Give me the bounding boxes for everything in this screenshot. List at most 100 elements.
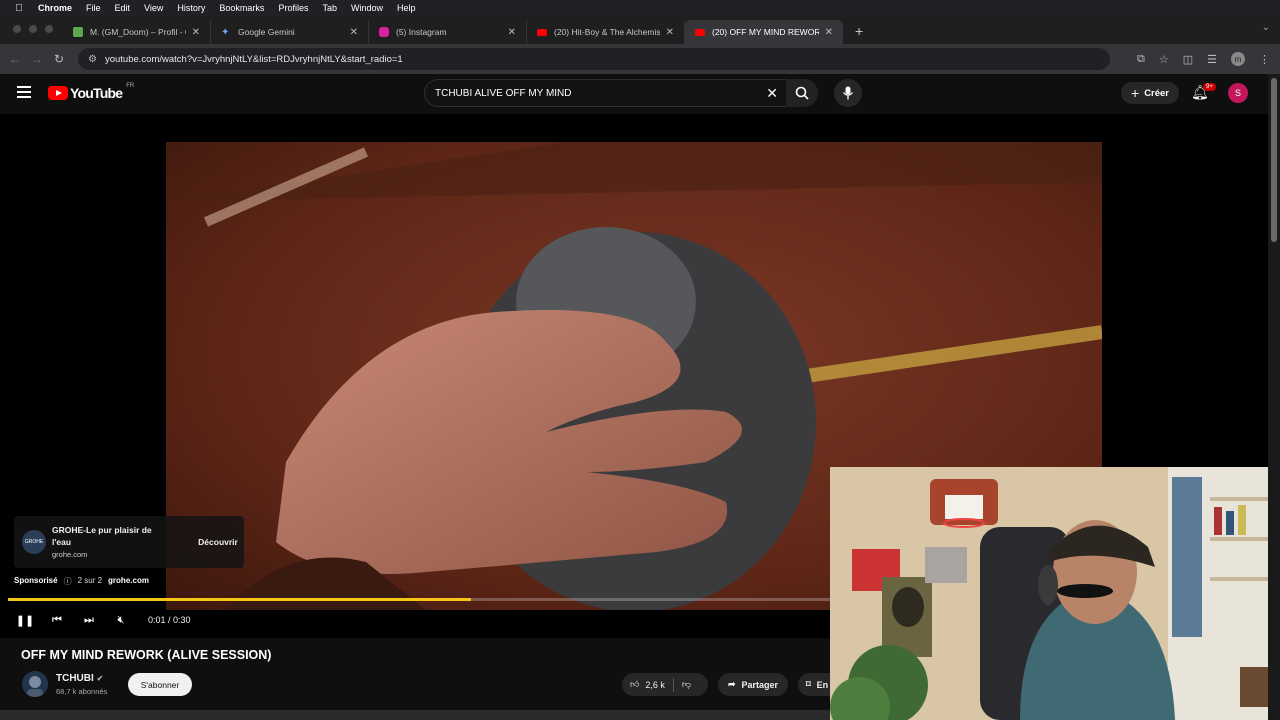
share-button[interactable]: ➦ Partager <box>718 673 788 696</box>
forward-icon[interactable]: → <box>26 52 48 66</box>
tab-search-chevron-icon[interactable]: ⌄ <box>1262 22 1270 33</box>
thumbs-down-icon: 👎︎ <box>681 679 692 689</box>
video-title: OFF MY MIND REWORK (ALIVE SESSION) <box>21 648 272 662</box>
bookmark-star-icon[interactable]: ☆ <box>1159 53 1169 66</box>
reload-icon[interactable]: ↻ <box>48 52 70 66</box>
close-window-button[interactable] <box>13 25 21 33</box>
voice-search-button[interactable] <box>834 79 862 107</box>
channel-avatar-image <box>22 671 48 697</box>
browser-tab[interactable]: M. (GM_Doom) – Profil - Che ✕ <box>63 20 211 44</box>
close-tab-icon[interactable]: ✕ <box>508 27 516 38</box>
menu-window[interactable]: Window <box>351 3 383 13</box>
account-avatar[interactable]: S <box>1228 83 1248 103</box>
ad-position: 2 sur 2 <box>77 576 103 585</box>
tab-title: (20) OFF MY MIND REWORK <box>712 27 819 37</box>
scrollbar-thumb[interactable] <box>1271 78 1277 242</box>
subscribe-button[interactable]: S'abonner <box>128 673 192 696</box>
next-icon[interactable]: ⏭︎ <box>78 612 100 628</box>
ad-overlay-card[interactable]: GROHE GROHE-Le pur plaisir de l'eau groh… <box>14 516 244 568</box>
notification-badge: 9+ <box>1203 83 1216 91</box>
menu-bookmarks[interactable]: Bookmarks <box>219 3 264 13</box>
channel-avatar[interactable] <box>22 671 48 697</box>
apple-icon[interactable]:  <box>12 3 26 14</box>
share-label: Partager <box>741 679 779 690</box>
url-text: youtube.com/watch?v=JvryhnjNtLY&list=RDJ… <box>104 53 403 65</box>
minimize-window-button[interactable] <box>29 25 37 33</box>
menu-edit[interactable]: Edit <box>115 3 131 13</box>
pause-icon[interactable]: ❚❚ <box>14 612 36 628</box>
more-menu-icon[interactable]: ⋮ <box>1259 53 1270 66</box>
ad-cta-button[interactable]: Découvrir <box>180 531 256 553</box>
info-icon[interactable]: ⓘ <box>64 576 72 587</box>
time-display: 0:01 / 0:30 <box>148 615 191 625</box>
youtube-wordmark: YouTube <box>70 85 123 101</box>
menu-tab[interactable]: Tab <box>322 3 337 13</box>
browser-tab-active[interactable]: (20) OFF MY MIND REWORK ✕ <box>685 20 843 44</box>
tab-strip: M. (GM_Doom) – Profil - Che ✕ ✦ Google G… <box>0 16 1280 44</box>
youtube-header: YouTube FR TCHUBI ALIVE OFF MY MIND ✕ + … <box>0 74 1268 114</box>
menu-view[interactable]: View <box>144 3 163 13</box>
progress-fill <box>8 598 472 601</box>
install-app-icon[interactable]: ⧉ <box>1137 53 1145 66</box>
subscriber-count: 68,7 k abonnés <box>56 687 108 696</box>
share-arrow-icon: ➦ <box>727 679 736 689</box>
webcam-image <box>830 467 1280 720</box>
tab-title: M. (GM_Doom) – Profil - Che <box>90 27 186 37</box>
hamburger-menu-icon[interactable] <box>17 86 31 98</box>
close-tab-icon[interactable]: ✕ <box>350 27 358 38</box>
save-label: En <box>816 679 829 690</box>
address-bar[interactable]: ⚙ youtube.com/watch?v=JvryhnjNtLY&list=R… <box>78 48 1110 70</box>
menu-file[interactable]: File <box>86 3 101 13</box>
previous-icon[interactable]: ⏮︎ <box>46 612 68 628</box>
menu-profiles[interactable]: Profiles <box>278 3 308 13</box>
webcam-overlay <box>830 467 1280 720</box>
browser-tab[interactable]: ✦ Google Gemini ✕ <box>211 20 369 44</box>
toolbar: ← → ↻ ⚙ youtube.com/watch?v=JvryhnjNtLY&… <box>0 44 1280 74</box>
advertiser-logo: GROHE <box>22 530 46 554</box>
back-icon[interactable]: ← <box>4 52 26 66</box>
search-button[interactable] <box>786 79 818 107</box>
gemini-icon: ✦ <box>221 27 230 38</box>
menu-help[interactable]: Help <box>397 3 416 13</box>
browser-tab[interactable]: (5) Instagram ✕ <box>369 20 527 44</box>
clear-search-icon[interactable]: ✕ <box>766 85 778 102</box>
sponsored-info: Sponsorisé ⓘ 2 sur 2 grohe.com <box>14 576 149 587</box>
new-tab-icon[interactable]: + <box>843 23 863 44</box>
close-tab-icon[interactable]: ✕ <box>666 27 674 38</box>
like-count: 2,6 k <box>645 679 665 690</box>
menu-app-chrome[interactable]: Chrome <box>38 3 72 13</box>
bookmark-icon: ⌑ <box>806 679 811 689</box>
reading-list-icon[interactable]: ☰ <box>1207 53 1217 66</box>
page-bottom-edge <box>0 710 830 720</box>
menu-history[interactable]: History <box>177 3 205 13</box>
youtube-favicon-icon <box>695 28 705 36</box>
ad-title[interactable]: GROHE-Le pur plaisir de l'eau <box>52 524 162 548</box>
sponsored-label: Sponsorisé <box>14 576 58 585</box>
thumbs-up-icon: 👍︎ <box>630 679 640 689</box>
mute-icon[interactable]: 🔇︎ <box>110 612 132 628</box>
like-button[interactable]: 👍︎ 2,6 k <box>622 677 674 692</box>
maximize-window-button[interactable] <box>45 25 53 33</box>
search-input[interactable]: TCHUBI ALIVE OFF MY MIND ✕ <box>424 79 786 107</box>
tab-favicon-icon <box>73 27 83 37</box>
profile-avatar[interactable]: m <box>1231 52 1245 66</box>
search-query: TCHUBI ALIVE OFF MY MIND <box>435 87 572 99</box>
close-tab-icon[interactable]: ✕ <box>192 27 200 38</box>
tab-title: (5) Instagram <box>396 27 447 37</box>
channel-name[interactable]: TCHUBI ✔ <box>56 673 103 684</box>
instagram-icon <box>379 27 389 37</box>
macos-menubar:  Chrome File Edit View History Bookmark… <box>0 0 1280 16</box>
extensions-icon[interactable]: ◫ <box>1183 53 1193 66</box>
country-code: FR <box>126 83 135 89</box>
dislike-button[interactable]: 👎︎ <box>674 679 691 690</box>
youtube-favicon-icon <box>537 28 547 36</box>
page-scrollbar[interactable] <box>1268 74 1280 720</box>
youtube-logo[interactable]: YouTube FR <box>48 83 135 101</box>
plus-icon: + <box>1131 85 1140 101</box>
site-info-icon[interactable]: ⚙ <box>88 54 97 65</box>
browser-tab[interactable]: (20) Hit-Boy & The Alchemist ✕ <box>527 20 685 44</box>
create-button[interactable]: + Créer <box>1121 82 1180 104</box>
youtube-play-icon <box>48 86 68 100</box>
sponsor-domain[interactable]: grohe.com <box>108 576 149 587</box>
close-tab-icon[interactable]: ✕ <box>825 27 833 38</box>
